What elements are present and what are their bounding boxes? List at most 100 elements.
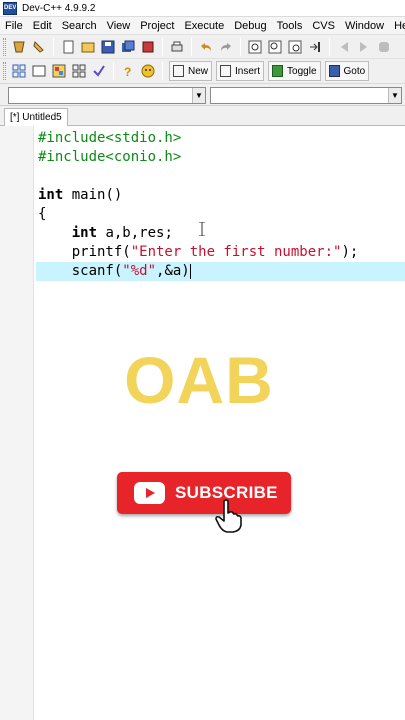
oab-watermark: OAB <box>124 343 274 417</box>
save-all-icon[interactable] <box>119 38 137 56</box>
code-line[interactable]: printf("Enter the first number:"); <box>38 243 405 262</box>
redo-icon[interactable] <box>217 38 235 56</box>
active-code-line[interactable]: scanf("%d",&a) <box>36 262 405 281</box>
member-combo[interactable]: ▼ <box>210 87 402 104</box>
keyword-token: int <box>38 187 64 203</box>
goto-bookmark-button[interactable]: Goto <box>324 61 370 81</box>
class-combo[interactable]: ▼ <box>8 87 206 104</box>
editor-tab-bar: [*] Untitled5 <box>0 106 405 126</box>
code-area[interactable]: #include<stdio.h> #include<conio.h> int … <box>36 129 405 281</box>
code-line[interactable] <box>38 167 405 186</box>
menu-tools[interactable]: Tools <box>272 20 308 32</box>
code-line[interactable]: #include<conio.h> <box>38 148 405 167</box>
title-bar: DEV Dev-C++ 4.9.9.2 <box>0 0 405 17</box>
goto-bookmark-icon <box>328 65 340 77</box>
toolbar-separator <box>162 37 163 56</box>
code-line[interactable]: #include<stdio.h> <box>38 129 405 148</box>
new-button[interactable]: New <box>169 61 213 81</box>
svg-text:?: ? <box>124 65 131 78</box>
keyword-token: int <box>71 225 98 241</box>
menu-file[interactable]: File <box>0 20 28 32</box>
menu-project[interactable]: Project <box>135 20 179 32</box>
code-editor[interactable]: #include<stdio.h> #include<conio.h> int … <box>0 126 405 720</box>
toolbar-separator <box>113 62 114 80</box>
menu-view[interactable]: View <box>102 20 136 32</box>
next-page-icon[interactable] <box>355 38 373 56</box>
ibeam-cursor-icon <box>199 222 205 236</box>
open-project-icon[interactable] <box>10 38 28 56</box>
insert-button-label: Insert <box>235 65 261 77</box>
prev-page-icon[interactable] <box>335 38 353 56</box>
menu-search[interactable]: Search <box>57 20 102 32</box>
code-line[interactable]: int a,b,res; <box>38 224 405 243</box>
print-icon[interactable] <box>168 38 186 56</box>
hand-pointer-icon <box>215 499 242 533</box>
menu-execute[interactable]: Execute <box>179 20 229 32</box>
menu-window[interactable]: Window <box>340 20 389 32</box>
new-doc-icon <box>173 65 184 77</box>
preprocessor-token: #include<stdio.h> <box>38 130 182 146</box>
window-title: Dev-C++ 4.9.9.2 <box>22 2 96 14</box>
clear-icon[interactable] <box>30 38 48 56</box>
code-token: scanf( <box>38 263 123 279</box>
preprocessor-token: #include<conio.h> <box>38 149 182 165</box>
menu-edit[interactable]: Edit <box>28 20 57 32</box>
code-token: ); <box>341 244 359 260</box>
open-file-icon[interactable] <box>79 38 97 56</box>
run-icon[interactable] <box>30 62 48 80</box>
goto-button-label: Goto <box>343 65 366 77</box>
rebuild-icon[interactable] <box>70 62 88 80</box>
string-token: "Enter the first number:" <box>130 244 342 260</box>
youtube-play-icon <box>134 482 165 504</box>
new-file-icon[interactable] <box>59 38 77 56</box>
save-icon[interactable] <box>99 38 117 56</box>
subscribe-button[interactable]: SUBSCRIBE <box>117 472 291 514</box>
secondary-toolbar: ? New Insert Toggle Goto <box>0 59 405 84</box>
compile-icon[interactable] <box>10 62 28 80</box>
replace-icon[interactable] <box>266 38 284 56</box>
menu-bar: File Edit Search View Project Execute De… <box>0 17 405 35</box>
close-file-icon[interactable] <box>139 38 157 56</box>
menu-help[interactable]: Help <box>389 20 405 32</box>
code-line[interactable]: { <box>38 205 405 224</box>
help-icon[interactable]: ? <box>119 62 137 80</box>
text-caret <box>189 263 191 279</box>
toggle-bookmark-button[interactable]: Toggle <box>268 61 321 81</box>
menu-cvs[interactable]: CVS <box>307 20 340 32</box>
code-token: { <box>38 206 47 222</box>
toolbar-grip[interactable] <box>3 37 6 56</box>
about-icon[interactable] <box>139 62 157 80</box>
code-line[interactable]: int main() <box>38 186 405 205</box>
toolbar-separator <box>53 37 54 56</box>
toolbar-separator <box>191 37 192 56</box>
code-token: main() <box>63 187 123 203</box>
goto-line-icon[interactable] <box>306 38 324 56</box>
code-token: a,b,res; <box>97 225 173 241</box>
menu-debug[interactable]: Debug <box>229 20 271 32</box>
code-token: ,&a) <box>156 263 190 279</box>
insert-button[interactable]: Insert <box>216 61 265 81</box>
tab-untitled5[interactable]: [*] Untitled5 <box>4 108 68 126</box>
toggle-bookmark-icon <box>272 65 284 77</box>
toolbar-separator <box>240 37 241 56</box>
chevron-down-icon[interactable]: ▼ <box>388 88 401 103</box>
main-toolbar <box>0 35 405 59</box>
string-token: "%d" <box>122 263 157 279</box>
check-icon[interactable] <box>90 62 108 80</box>
code-token: printf( <box>38 244 131 260</box>
find-icon[interactable] <box>246 38 264 56</box>
stop-icon[interactable] <box>375 38 393 56</box>
class-browser-bar: ▼ ▼ <box>0 84 405 106</box>
new-button-label: New <box>188 65 209 77</box>
chevron-down-icon[interactable]: ▼ <box>192 88 205 103</box>
compile-run-icon[interactable] <box>50 62 68 80</box>
toolbar-separator <box>329 37 330 56</box>
dev-cpp-icon: DEV <box>3 1 17 15</box>
find-next-icon[interactable] <box>286 38 304 56</box>
toggle-button-label: Toggle <box>287 65 317 77</box>
toolbar-grip[interactable] <box>3 62 6 80</box>
undo-icon[interactable] <box>197 38 215 56</box>
line-gutter[interactable] <box>0 126 34 720</box>
toolbar-separator <box>162 62 163 80</box>
